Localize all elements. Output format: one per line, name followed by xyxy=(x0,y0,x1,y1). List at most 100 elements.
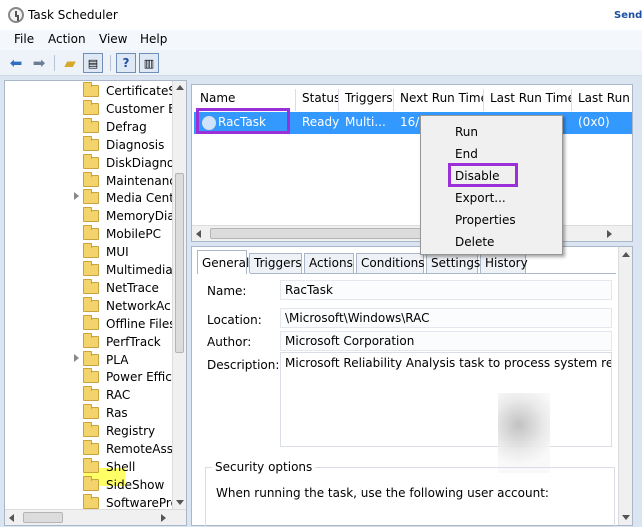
column-header-triggers[interactable]: Triggers xyxy=(339,89,394,111)
tree-item-diagnosis[interactable]: Diagnosis xyxy=(83,135,173,154)
author-field[interactable]: Microsoft Corporation xyxy=(280,331,612,351)
tree-item-label: MUI xyxy=(106,245,129,260)
toolbar: ⬅ ➡ ▰ ▤ ? ▥ xyxy=(0,50,642,76)
up-folder-icon[interactable]: ▰ xyxy=(60,53,80,73)
menu-file[interactable]: File xyxy=(14,32,34,46)
context-menu: Run End Disable Export... Properties Del… xyxy=(420,115,563,255)
tree-item-label: CertificateS xyxy=(106,84,173,98)
tree-item-label: PLA xyxy=(106,352,129,367)
tree-item-label: Maintenanc xyxy=(106,173,173,188)
tree-item-label: Multimedia xyxy=(106,263,173,277)
tree-item-memorydia[interactable]: MemoryDia xyxy=(83,207,173,225)
folder-icon xyxy=(83,368,99,384)
column-header-next-run[interactable]: Next Run Time xyxy=(394,89,484,111)
details-vertical-scrollbar[interactable] xyxy=(618,247,632,525)
expand-arrow-icon[interactable] xyxy=(74,353,79,362)
context-menu-delete[interactable]: Delete xyxy=(455,235,494,249)
folder-icon xyxy=(83,278,99,294)
expand-arrow-icon[interactable] xyxy=(74,192,79,201)
task-list: Name Status Triggers Next Run Time Last … xyxy=(191,84,633,242)
tree-item-label: Shell xyxy=(106,459,136,474)
column-header-last-run[interactable]: Last Run Time xyxy=(484,89,572,111)
tab-settings[interactable]: Settings xyxy=(426,253,480,273)
tree-item-pla[interactable]: PLA xyxy=(74,350,173,369)
tree-item-label: Diagnosis xyxy=(106,137,165,152)
folder-icon xyxy=(83,404,99,420)
folder-icon xyxy=(83,171,99,187)
folder-icon xyxy=(83,296,99,312)
tree-item-maintenanc[interactable]: Maintenanc xyxy=(83,171,173,190)
tree-item-registry[interactable]: Registry xyxy=(83,422,173,440)
tree-item-label: SideShow xyxy=(106,477,165,492)
tree-item-power-effic[interactable]: Power Effic xyxy=(83,368,173,386)
folder-icon xyxy=(83,225,99,241)
tree-item-sideshow[interactable]: SideShow xyxy=(83,475,173,494)
tree-horizontal-scrollbar[interactable] xyxy=(5,509,186,525)
menu-action[interactable]: Action xyxy=(48,32,86,46)
send-link[interactable]: Send xyxy=(614,10,642,21)
tree-item-multimedia[interactable]: Multimedia xyxy=(83,261,173,279)
context-menu-run[interactable]: Run xyxy=(455,125,478,139)
tree-item-media-cent[interactable]: Media Cent xyxy=(74,189,174,207)
tree-item-label: Power Effic xyxy=(106,370,172,385)
tree-item-label: SoftwarePro xyxy=(106,495,173,510)
watermark-image xyxy=(498,393,550,473)
tree-item-ras[interactable]: Ras xyxy=(83,404,173,422)
back-arrow-icon[interactable]: ⬅ xyxy=(6,53,26,73)
tree-item-label: NetworkAc xyxy=(106,298,171,313)
tree-item-offline-files[interactable]: Offline Files xyxy=(83,314,173,333)
folder-icon xyxy=(83,332,99,348)
tree-item-perftrack[interactable]: PerfTrack xyxy=(83,332,173,351)
tab-conditions[interactable]: Conditions xyxy=(356,253,425,273)
tree-item-label: Defrag xyxy=(106,119,147,134)
security-options-legend: Security options xyxy=(212,460,316,474)
author-label: Author: xyxy=(207,335,252,349)
folder-icon xyxy=(83,314,99,330)
folder-icon xyxy=(83,135,99,151)
name-field[interactable]: RacTask xyxy=(280,280,612,300)
tree-item-label: Customer E xyxy=(106,101,173,116)
tree-item-customer-e[interactable]: Customer E xyxy=(83,99,173,118)
show-hide-action-pane-icon[interactable]: ▥ xyxy=(139,53,159,73)
folder-icon xyxy=(83,261,99,276)
context-menu-end[interactable]: End xyxy=(455,147,478,161)
tree-item-shell[interactable]: Shell xyxy=(83,457,173,476)
tree-item-mobilepc[interactable]: MobilePC xyxy=(83,225,173,243)
description-field[interactable]: Microsoft Reliability Analysis task to p… xyxy=(280,352,612,447)
menu-help[interactable]: Help xyxy=(140,32,167,46)
tree-item-networkac[interactable]: NetworkAc xyxy=(83,296,173,315)
tab-general[interactable]: General xyxy=(197,250,249,274)
task-last-result: (0x0) xyxy=(578,115,610,129)
tab-actions[interactable]: Actions xyxy=(304,253,354,273)
tree-item-defrag[interactable]: Defrag xyxy=(83,117,173,136)
location-field[interactable]: \Microsoft\Windows\RAC xyxy=(280,308,612,328)
tab-triggers[interactable]: Triggers xyxy=(249,253,302,273)
folder-icon xyxy=(83,82,99,97)
tree-item-diskdiagno[interactable]: DiskDiagno xyxy=(83,153,173,172)
annotation-box-disable xyxy=(448,163,518,187)
column-header-last-result[interactable]: Last Run R xyxy=(572,89,632,111)
context-menu-properties[interactable]: Properties xyxy=(455,213,516,227)
tree-item-mui[interactable]: MUI xyxy=(83,243,173,261)
menu-view[interactable]: View xyxy=(99,32,127,46)
help-icon[interactable]: ? xyxy=(116,53,136,73)
list-horizontal-scrollbar[interactable] xyxy=(192,225,632,241)
column-header-status[interactable]: Status xyxy=(296,89,339,111)
tree-item-nettrace[interactable]: NetTrace xyxy=(83,278,173,297)
annotation-box-ractask xyxy=(196,108,290,134)
tree-item-certificates[interactable]: CertificateS xyxy=(83,82,173,100)
tree-item-rac[interactable]: RAC xyxy=(83,386,173,404)
forward-arrow-icon[interactable]: ➡ xyxy=(29,53,49,73)
show-hide-tree-icon[interactable]: ▤ xyxy=(83,53,103,73)
name-label: Name: xyxy=(207,284,247,298)
folder-icon xyxy=(83,493,99,509)
tab-history[interactable]: History xyxy=(480,253,528,273)
security-options-group: Security options When running the task, … xyxy=(205,460,615,527)
location-label: Location: xyxy=(207,313,262,327)
folder-icon xyxy=(83,386,99,402)
context-menu-export[interactable]: Export... xyxy=(455,191,506,205)
tree-vertical-scrollbar[interactable] xyxy=(172,81,186,509)
tree-item-label: PerfTrack xyxy=(106,334,161,349)
folder-icon xyxy=(83,117,99,133)
tree-item-remoteass[interactable]: RemoteAss xyxy=(83,440,173,458)
